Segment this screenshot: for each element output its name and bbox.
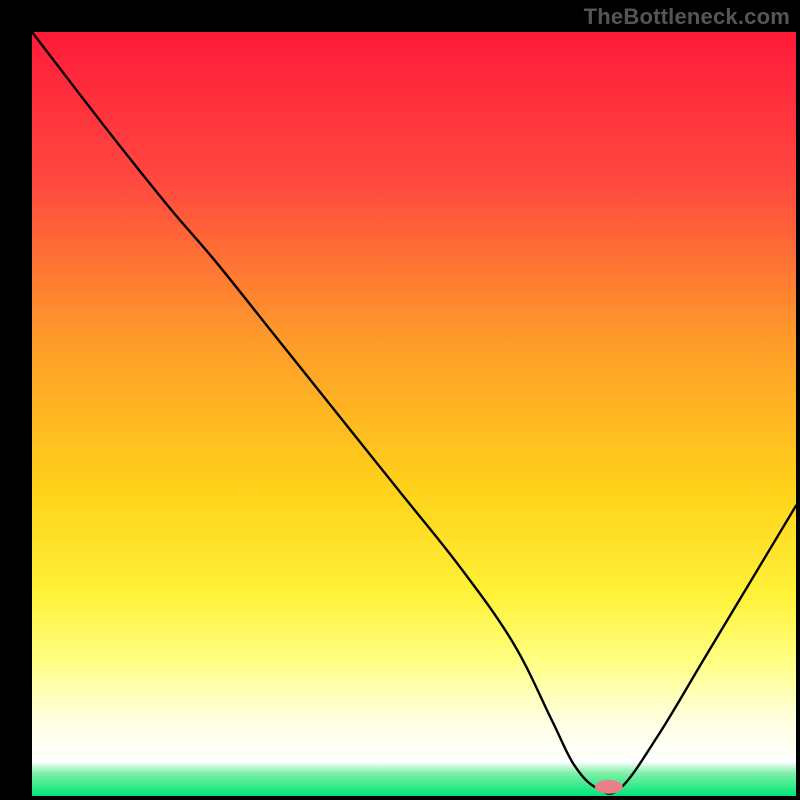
chart-container: { "watermark": "TheBottleneck.com", "cha… xyxy=(0,0,800,800)
watermark-label: TheBottleneck.com xyxy=(584,4,790,30)
bottleneck-chart xyxy=(0,0,800,800)
optimal-marker xyxy=(595,780,623,794)
plot-background xyxy=(32,32,796,796)
